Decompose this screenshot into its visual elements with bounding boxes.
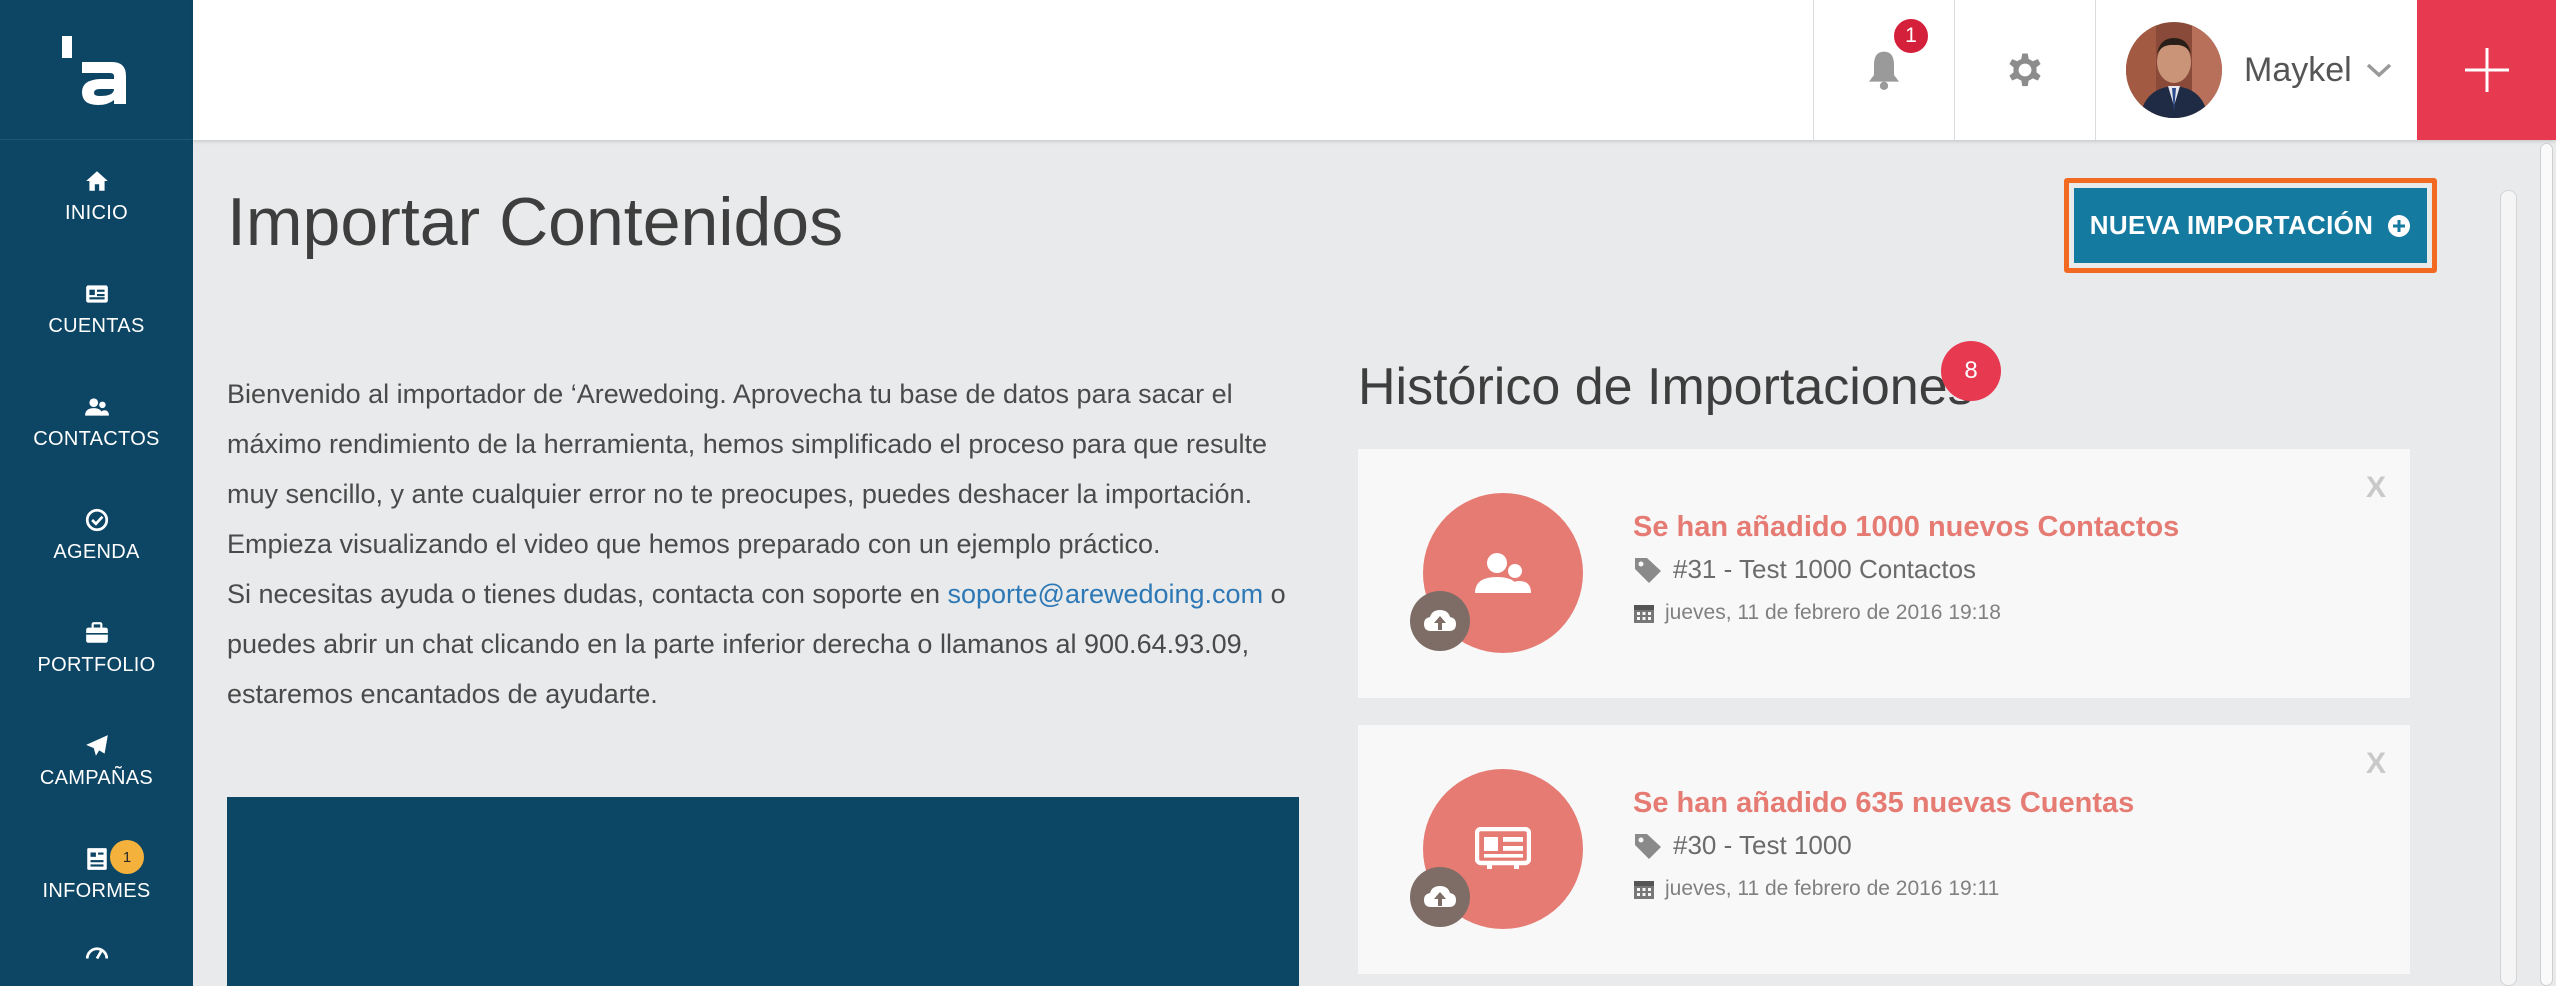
page-title: Importar Contenidos: [227, 184, 844, 260]
support-email-link[interactable]: soporte@arewedoing.com: [947, 579, 1263, 609]
sidebar: INICIO CUENTAS CONTACTOS AGENDA PORTFOLI…: [0, 0, 193, 986]
arewedoing-logo-icon: [61, 35, 126, 105]
sidebar-item-agenda[interactable]: AGENDA: [0, 479, 193, 592]
history-count-badge: 8: [1941, 341, 2001, 401]
import-card-title[interactable]: Se han añadido 1000 nuevos Contactos: [1633, 511, 2179, 544]
intro-paragraph: Bienvenido al importador de ‘Arewedoing.…: [227, 379, 1268, 559]
calendar-icon: [1634, 881, 1654, 899]
import-card: Se han añadido 635 nuevas Cuentas #30 - …: [1358, 725, 2410, 974]
close-card-button[interactable]: X: [2366, 471, 2386, 505]
plus-circle-icon: [2388, 214, 2411, 237]
home-icon: [85, 171, 108, 191]
bell-icon: [1869, 51, 1899, 90]
sidebar-item-label: AGENDA: [53, 541, 140, 563]
upload-badge: [1410, 591, 1470, 651]
tag-icon: [1635, 833, 1661, 859]
sidebar-item-inicio[interactable]: INICIO: [0, 140, 193, 253]
import-card-title[interactable]: Se han añadido 635 nuevas Cuentas: [1633, 787, 2134, 820]
users-icon: [84, 398, 109, 416]
account-card-icon: [1475, 827, 1531, 869]
sidebar-item-campanas[interactable]: CAMPAÑAS: [0, 705, 193, 818]
sidebar-item-label: CAMPAÑAS: [39, 767, 154, 789]
user-photo: [2126, 22, 2222, 118]
sidebar-item-portfolio[interactable]: PORTFOLIO: [0, 592, 193, 705]
notifications-button[interactable]: 1: [1813, 0, 1954, 140]
settings-button[interactable]: [1954, 0, 2095, 140]
sidebar-item-label: INICIO: [65, 202, 128, 224]
app-logo[interactable]: [0, 0, 193, 140]
import-card-tag-label: #31 - Test 1000 Contactos: [1673, 554, 1977, 584]
top-bar: 1 Maykel: [193, 0, 2556, 140]
intro-help-text: Si necesitas ayuda o tienes dudas, conta…: [227, 579, 948, 609]
import-card-tag: #30 - Test 1000: [1633, 830, 1852, 861]
sidebar-item-label: INFORMES: [42, 880, 151, 902]
plus-icon: [2464, 48, 2509, 92]
sidebar-item-label: PORTFOLIO: [37, 654, 156, 676]
import-card: Se han añadido 1000 nuevos Contactos #31…: [1358, 449, 2410, 698]
content-scrollbar[interactable]: [2500, 190, 2517, 986]
chevron-down-icon: [2366, 63, 2391, 78]
cloud-upload-icon: [1424, 610, 1456, 631]
add-button[interactable]: [2417, 0, 2556, 140]
paper-plane-icon: [85, 735, 108, 756]
import-card-tag: #31 - Test 1000 Contactos: [1633, 554, 1976, 585]
import-card-date-label: jueves, 11 de febrero de 2016 19:18: [1665, 601, 2001, 624]
dashboard-gauge-icon: [85, 947, 108, 960]
import-card-tag-label: #30 - Test 1000: [1673, 830, 1852, 860]
tutorial-video[interactable]: [227, 797, 1299, 986]
cloud-upload-icon: [1424, 886, 1456, 907]
history-title: Histórico de Importaciones: [1358, 358, 1974, 416]
import-card-date: jueves, 11 de febrero de 2016 19:18: [1633, 601, 2001, 625]
informes-badge: 1: [110, 840, 144, 874]
import-card-date-label: jueves, 11 de febrero de 2016 19:11: [1665, 877, 2000, 900]
upload-badge: [1410, 867, 1470, 927]
sidebar-item-partial[interactable]: [0, 931, 193, 986]
new-import-button[interactable]: NUEVA IMPORTACIÓN: [2074, 188, 2427, 263]
contacts-icon: [1475, 553, 1531, 593]
check-circle-icon: [85, 508, 108, 532]
import-card-date: jueves, 11 de febrero de 2016 19:11: [1633, 877, 1999, 901]
sidebar-item-label: CUENTAS: [48, 315, 145, 337]
sidebar-item-informes[interactable]: INFORMES 1: [0, 818, 193, 931]
new-import-label: NUEVA IMPORTACIÓN: [2089, 210, 2374, 240]
briefcase-icon: [85, 622, 108, 643]
id-card-icon: [85, 285, 108, 303]
calendar-icon: [1634, 605, 1654, 623]
intro-text: Bienvenido al importador de ‘Arewedoing.…: [227, 369, 1297, 719]
close-card-button[interactable]: X: [2366, 747, 2386, 781]
tag-icon: [1635, 557, 1661, 583]
sidebar-item-label: CONTACTOS: [33, 428, 160, 450]
user-name: Maykel: [2244, 50, 2352, 89]
notification-count-badge: 1: [1891, 16, 1931, 56]
gear-icon: [2009, 53, 2041, 87]
sidebar-item-contactos[interactable]: CONTACTOS: [0, 366, 193, 479]
user-menu[interactable]: Maykel: [2095, 0, 2417, 140]
page-scrollbar[interactable]: [2540, 143, 2553, 986]
sidebar-item-cuentas[interactable]: CUENTAS: [0, 253, 193, 366]
avatar: [2126, 22, 2222, 118]
report-icon: [86, 848, 107, 870]
